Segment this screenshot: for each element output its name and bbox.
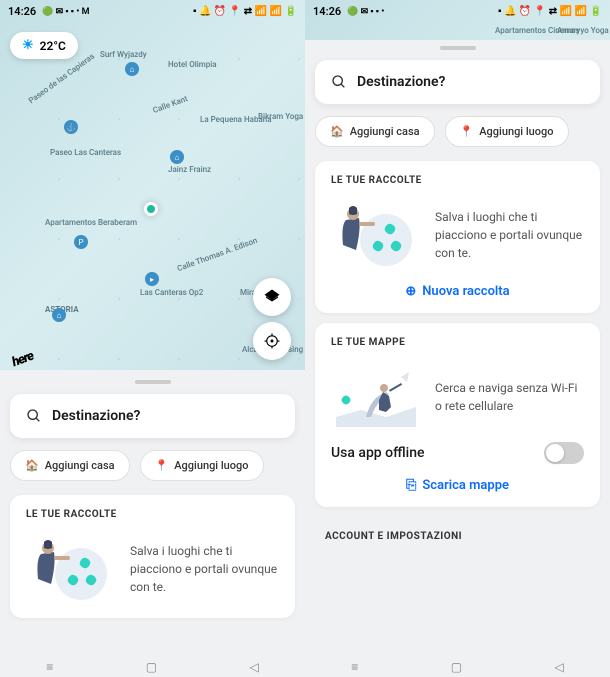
chip-label: Aggiungi casa bbox=[350, 125, 420, 138]
poi-label: Paseo Las Canteras bbox=[50, 148, 121, 157]
sun-icon: ☀ bbox=[22, 38, 34, 53]
locate-button[interactable] bbox=[253, 322, 291, 360]
action-label: Nuova raccolta bbox=[422, 284, 509, 299]
offline-toggle-row: Usa app offline bbox=[331, 432, 584, 464]
back-button[interactable]: ◁ bbox=[555, 660, 564, 674]
add-place-chip[interactable]: 📍 Aggiungi luogo bbox=[140, 450, 264, 481]
search-placeholder: Destinazione? bbox=[52, 408, 140, 424]
recent-apps-button[interactable]: ≡ bbox=[351, 660, 358, 674]
shortcut-chips: 🏠 Aggiungi casa 📍 Aggiungi luogo bbox=[305, 116, 610, 161]
poi-label: Bikram Yoga bbox=[258, 112, 303, 121]
add-home-chip[interactable]: 🏠 Aggiungi casa bbox=[10, 450, 130, 481]
status-system-icons: ▪ 🔔 ⏰ 📍 ⇄ 📶 📶 🔋 bbox=[193, 6, 297, 17]
screen-expanded-sheet: Apartamentos Cinemas Amaryyo Yoga 14:26 … bbox=[305, 0, 610, 677]
layers-icon bbox=[263, 288, 281, 306]
section-text: Salva i luoghi che ti piacciono e portal… bbox=[435, 208, 584, 262]
collections-section: LE TUE RACCOLTE Salva i luoghi che ti pi… bbox=[10, 495, 295, 618]
expanded-sheet[interactable]: Destinazione? 🏠 Aggiungi casa 📍 Aggiungi… bbox=[305, 40, 610, 657]
search-bar[interactable]: Destinazione? bbox=[10, 394, 295, 438]
status-bar: 14:26 🟢 ✉ ▪ ▪ • ▪ 🔔 ⏰ 📍 ⇄ 📶 📶 🔋 bbox=[305, 0, 610, 22]
maps-illustration bbox=[331, 362, 421, 432]
drag-handle[interactable] bbox=[135, 380, 171, 384]
home-icon: 🏠 bbox=[330, 125, 344, 138]
section-title: LE TUE RACCOLTE bbox=[26, 509, 279, 520]
poi-marker[interactable]: ⌂ bbox=[125, 62, 139, 76]
chip-label: Aggiungi luogo bbox=[174, 459, 248, 472]
collections-illustration bbox=[331, 200, 421, 270]
shortcut-chips: 🏠 Aggiungi casa 📍 Aggiungi luogo bbox=[0, 450, 305, 495]
screen-map-view: Surf Wyjazdy Hotel Olimpia Calle Kant La… bbox=[0, 0, 305, 677]
offline-toggle[interactable] bbox=[544, 442, 584, 464]
road-label: Calle Thomas A. Edison bbox=[176, 236, 259, 273]
download-maps-button[interactable]: ⎘ Scarica mappe bbox=[331, 478, 584, 493]
search-placeholder: Destinazione? bbox=[357, 74, 445, 90]
section-text: Cerca e naviga senza Wi-Fi o rete cellul… bbox=[435, 379, 584, 415]
home-button[interactable]: ▢ bbox=[451, 660, 462, 674]
poi-label: Las Canteras Op2 bbox=[140, 288, 203, 297]
poi-marker[interactable]: ⌂ bbox=[52, 308, 66, 322]
recent-apps-button[interactable]: ≡ bbox=[46, 660, 53, 674]
collections-section: LE TUE RACCOLTE Salva i luoghi che ti pi… bbox=[315, 161, 600, 313]
poi-marker[interactable]: ▸ bbox=[145, 272, 159, 286]
home-icon: 🏠 bbox=[25, 459, 39, 472]
home-button[interactable]: ▢ bbox=[146, 660, 157, 674]
search-bar[interactable]: Destinazione? bbox=[315, 60, 600, 104]
weather-chip[interactable]: ☀ 22°C bbox=[10, 32, 78, 59]
status-time: 14:26 bbox=[8, 5, 36, 18]
add-place-chip[interactable]: 📍 Aggiungi luogo bbox=[445, 116, 569, 147]
toggle-label: Usa app offline bbox=[331, 445, 424, 461]
android-nav-bar: ≡ ▢ ◁ bbox=[0, 657, 305, 677]
pin-icon: 📍 bbox=[460, 125, 474, 138]
back-button[interactable]: ◁ bbox=[250, 660, 259, 674]
poi-label: Hotel Olimpia bbox=[168, 60, 217, 69]
chip-label: Aggiungi luogo bbox=[479, 125, 553, 138]
download-map-icon: ⎘ bbox=[406, 478, 416, 493]
status-time: 14:26 bbox=[313, 5, 341, 18]
section-title: LE TUE RACCOLTE bbox=[331, 175, 584, 186]
poi-label: Amaryyo Yoga bbox=[557, 26, 609, 35]
status-bar: 14:26 🟢 ✉ ▪ ▪ • M ▪ 🔔 ⏰ 📍 ⇄ 📶 📶 🔋 bbox=[0, 0, 305, 22]
road-label: Calle Kant bbox=[152, 94, 189, 115]
section-text: Salva i luoghi che ti piacciono e portal… bbox=[130, 542, 279, 596]
account-section-title: ACCOUNT E IMPOSTAZIONI bbox=[305, 517, 610, 550]
layers-button[interactable] bbox=[253, 278, 291, 316]
road-label: Paseo de las Capieras bbox=[27, 52, 96, 106]
drag-handle[interactable] bbox=[440, 46, 476, 50]
add-home-chip[interactable]: 🏠 Aggiungi casa bbox=[315, 116, 435, 147]
pin-icon: 📍 bbox=[155, 459, 169, 472]
poi-label: Surf Wyjazdy bbox=[100, 50, 147, 59]
chip-label: Aggiungi casa bbox=[45, 459, 115, 472]
maps-section: LE TUE MAPPE Cerca e naviga senza Wi-Fi … bbox=[315, 323, 600, 507]
poi-marker[interactable]: P bbox=[74, 235, 88, 249]
poi-label: Jainz Frainz bbox=[168, 165, 211, 174]
status-app-icons: 🟢 ✉ ▪ ▪ • bbox=[347, 6, 384, 17]
new-collection-button[interactable]: ⊕ Nuova raccolta bbox=[331, 284, 584, 299]
poi-label: Apartamentos Beraberam bbox=[45, 218, 137, 227]
poi-marker[interactable]: ⌂ bbox=[170, 150, 184, 164]
poi-marker[interactable]: ⚓ bbox=[64, 120, 78, 134]
status-app-icons: 🟢 ✉ ▪ ▪ • M bbox=[42, 6, 89, 17]
android-nav-bar: ≡ ▢ ◁ bbox=[305, 657, 610, 677]
weather-temp: 22°C bbox=[40, 39, 66, 53]
search-icon bbox=[26, 408, 42, 424]
plus-circle-icon: ⊕ bbox=[405, 284, 416, 299]
collections-illustration bbox=[26, 534, 116, 604]
section-title: LE TUE MAPPE bbox=[331, 337, 584, 348]
bottom-sheet[interactable]: Destinazione? 🏠 Aggiungi casa 📍 Aggiungi… bbox=[0, 370, 305, 657]
search-icon bbox=[331, 74, 347, 90]
status-system-icons: ▪ 🔔 ⏰ 📍 ⇄ 📶 📶 🔋 bbox=[498, 6, 602, 17]
my-location-dot[interactable] bbox=[144, 202, 158, 216]
action-label: Scarica mappe bbox=[422, 478, 509, 493]
crosshair-icon bbox=[263, 332, 281, 350]
